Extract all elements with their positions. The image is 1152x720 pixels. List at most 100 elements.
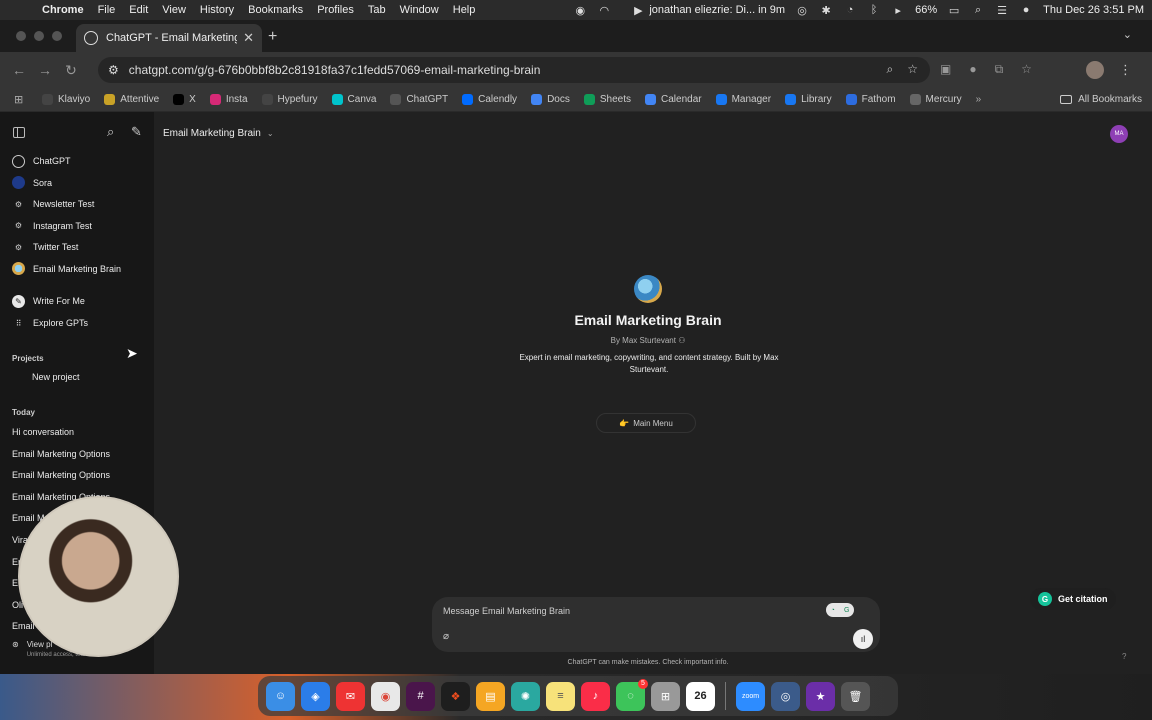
bookmark-11[interactable]: Manager [715, 94, 771, 105]
new-chat-icon[interactable]: ✎ [131, 124, 142, 140]
battery-icon[interactable]: ▭ [947, 4, 961, 17]
close-tab-icon[interactable]: ✕ [243, 30, 254, 46]
sidebar-item-gpt-2[interactable]: ⚙ Newsletter Test [0, 194, 154, 214]
safari-icon[interactable]: ◈ [301, 681, 330, 711]
battery-percent[interactable]: 66% [915, 4, 937, 16]
bookmark-1[interactable]: Attentive [104, 94, 159, 105]
help-icon[interactable]: ? [1122, 652, 1126, 661]
model-selector[interactable]: Email Marketing Brain ⌄ [163, 128, 274, 139]
sidebar-item-gpt-5[interactable]: Email Marketing Brain [0, 259, 154, 279]
camera-extension-icon[interactable]: ▣ [940, 62, 951, 77]
user-avatar[interactable]: MA [1110, 125, 1128, 143]
menu-window[interactable]: Window [400, 4, 439, 16]
url-text[interactable]: chatgpt.com/g/g-676b0bbf8b2c81918fa37c1f… [129, 63, 541, 77]
menu-edit[interactable]: Edit [129, 4, 148, 16]
search-chats-icon[interactable]: ⌕ [107, 124, 114, 140]
all-bookmarks-button[interactable]: All Bookmarks [1060, 94, 1142, 105]
play-icon[interactable]: ▸ [891, 4, 905, 17]
music-icon[interactable]: ♪ [581, 681, 610, 711]
more-bookmarks-icon[interactable]: » [976, 94, 982, 105]
sidebar-item-gpt-0[interactable]: ChatGPT [0, 151, 154, 171]
profile-avatar[interactable] [1086, 61, 1104, 79]
sidebar-item-gpt-3[interactable]: ⚙ Instagram Test [0, 216, 154, 236]
chrome-icon[interactable]: ◉ [371, 681, 400, 711]
headphones-icon[interactable]: ◠ [597, 4, 611, 17]
tab-chatgpt[interactable]: ChatGPT - Email Marketing B ✕ [76, 24, 262, 52]
zoom-status-icon[interactable]: ◉ [573, 4, 587, 17]
minimize-window-button[interactable] [34, 31, 44, 41]
chat-history-item[interactable]: Email Marketing Options [0, 444, 154, 464]
menu-bookmarks[interactable]: Bookmarks [248, 4, 303, 16]
messages-icon[interactable]: ◌ [616, 678, 648, 711]
bookmark-0[interactable]: Klaviyo [42, 94, 90, 105]
sidebar-toggle-icon[interactable] [13, 127, 25, 138]
zoom-app-icon[interactable]: zoom [736, 681, 765, 711]
bookmark-9[interactable]: Sheets [583, 94, 631, 105]
airdrop-icon[interactable]: ◎ [795, 4, 809, 17]
get-citation-button[interactable]: G Get citation [1030, 588, 1116, 610]
bookmark-4[interactable]: Hypefury [261, 94, 318, 105]
site-info-icon[interactable]: ⚙ [108, 63, 119, 77]
menu-profiles[interactable]: Profiles [317, 4, 354, 16]
menu-file[interactable]: File [98, 4, 116, 16]
menu-view[interactable]: View [162, 4, 186, 16]
chatgpt-app-icon[interactable]: ✺ [511, 681, 540, 711]
finder-icon[interactable]: ☺ [266, 681, 295, 711]
zoom-icon[interactable]: ⌕ [887, 62, 894, 77]
voice-mode-icon[interactable]: ıl [853, 629, 873, 649]
forward-icon[interactable]: → [32, 62, 58, 78]
wifi-icon[interactable]: ◔ [843, 4, 857, 16]
folder-app-icon[interactable]: ▤ [476, 681, 505, 711]
bookmark-3[interactable]: Insta [209, 94, 248, 105]
menu-app-name[interactable]: Chrome [42, 4, 84, 16]
menu-help[interactable]: Help [453, 4, 476, 16]
puzzle-extensions-icon[interactable]: ⧉ [995, 62, 1004, 77]
close-window-button[interactable] [16, 31, 26, 41]
bluetooth-icon[interactable]: ᛒ [867, 4, 881, 16]
bookmark-10[interactable]: Calendar [645, 94, 702, 105]
reload-icon[interactable]: ↻ [58, 62, 84, 79]
menu-history[interactable]: History [200, 4, 234, 16]
message-input[interactable]: Message Email Marketing Brain [443, 606, 570, 616]
mail-icon[interactable]: ✉ [336, 681, 365, 711]
calendar-icon[interactable]: 26 [686, 681, 715, 711]
sidebar-item-gpt-4[interactable]: ⚙ Twitter Test [0, 237, 154, 257]
chat-history-item[interactable]: Hi conversation [0, 422, 154, 442]
bookmark-5[interactable]: Canva [331, 94, 376, 105]
bookmark-6[interactable]: ChatGPT [390, 94, 448, 105]
menubar-clock[interactable]: Thu Dec 26 3:51 PM [1043, 4, 1144, 16]
attach-icon[interactable]: ⌀ [443, 631, 449, 642]
zoom-window-button[interactable] [52, 31, 62, 41]
chat-history-item[interactable]: Email Marketing Options [0, 465, 154, 485]
bookmark-14[interactable]: Mercury [909, 94, 962, 105]
bookmark-8[interactable]: Docs [531, 94, 570, 105]
spotlight-search-icon[interactable]: ⌕ [971, 4, 985, 17]
imovie-icon[interactable]: ★ [806, 681, 835, 711]
sidebar-item-explore-gpts[interactable]: ⠿ Explore GPTs [0, 313, 154, 333]
conversation-starter-main-menu[interactable]: 👉 Main Menu [596, 413, 696, 433]
bookmark-2[interactable]: X [173, 94, 196, 105]
calendar-notification[interactable]: ▶ jonathan eliezrie: Di... in 9m [631, 4, 785, 17]
sidebar-item-gpt-1[interactable]: Sora [0, 173, 154, 193]
sidebar-item-write-for-me[interactable]: ✎ Write For Me [0, 291, 154, 311]
launchpad-icon[interactable]: ⊞ [651, 681, 680, 711]
siri-icon[interactable]: ● [1019, 4, 1033, 16]
address-bar[interactable]: ⚙ chatgpt.com/g/g-676b0bbf8b2c81918fa37c… [98, 57, 930, 83]
tab-search-chevron-icon[interactable]: ⌄ [1123, 28, 1132, 41]
bookmark-13[interactable]: Fathom [845, 94, 896, 105]
menu-tab[interactable]: Tab [368, 4, 386, 16]
star-extension-icon[interactable]: ☆ [1021, 62, 1032, 77]
grammarly-widget-icon[interactable]: ◔ G [826, 603, 854, 617]
slack-icon[interactable]: # [406, 681, 435, 711]
notes-icon[interactable]: ≡ [546, 681, 575, 711]
bookmark-12[interactable]: Library [785, 94, 832, 105]
back-icon[interactable]: ← [6, 62, 32, 78]
message-composer[interactable]: Message Email Marketing Brain ◔ G ⌀ ıl [432, 597, 880, 652]
new-project-button[interactable]: New project [0, 367, 154, 387]
quicktime-icon[interactable]: ◎ [771, 681, 800, 711]
control-center-icon[interactable]: ☰ [995, 4, 1009, 17]
chrome-menu-icon[interactable]: ⋮ [1119, 62, 1132, 78]
apps-grid-icon[interactable]: ⊞ [14, 93, 28, 106]
extension-icon[interactable]: ● [969, 62, 976, 77]
figma-icon[interactable]: ❖ [441, 681, 470, 711]
